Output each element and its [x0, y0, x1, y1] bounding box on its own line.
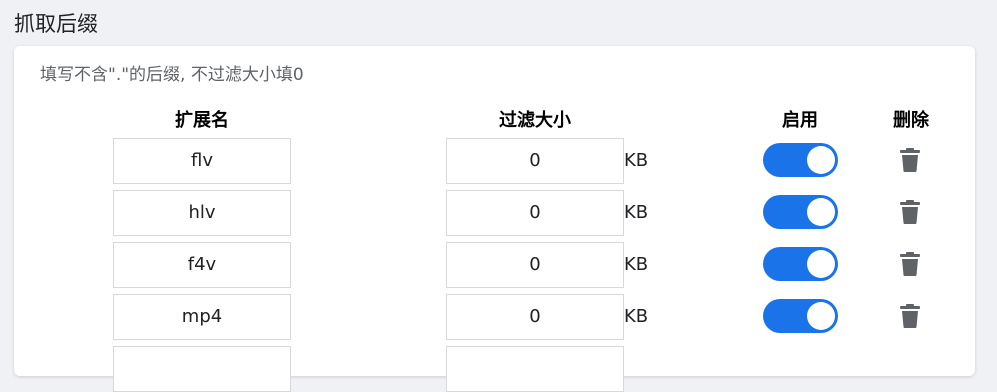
- extension-input[interactable]: [113, 138, 291, 184]
- header-enable: 启用: [782, 110, 818, 131]
- delete-button[interactable]: [896, 301, 924, 331]
- trash-icon: [900, 148, 920, 172]
- enable-toggle[interactable]: [763, 247, 838, 281]
- suffix-row: [14, 346, 975, 392]
- toggle-knob: [807, 146, 835, 174]
- suffix-row: KB: [14, 294, 975, 340]
- suffix-row: KB: [14, 190, 975, 236]
- toggle-knob: [807, 302, 835, 330]
- size-unit-label: KB: [624, 150, 649, 171]
- extension-input[interactable]: [113, 242, 291, 288]
- delete-button[interactable]: [896, 197, 924, 227]
- trash-icon: [900, 252, 920, 276]
- header-extension: 扩展名: [175, 110, 229, 131]
- header-delete: 删除: [893, 110, 929, 131]
- delete-button[interactable]: [896, 145, 924, 175]
- toggle-knob: [807, 250, 835, 278]
- hint-text: 填写不含"."的后缀, 不过滤大小填0: [40, 65, 304, 85]
- enable-toggle[interactable]: [763, 143, 838, 177]
- suffix-settings-card: 填写不含"."的后缀, 不过滤大小填0 扩展名 过滤大小 启用 删除 KB KB…: [14, 46, 975, 392]
- size-unit-label: KB: [624, 306, 649, 327]
- header-filter-size: 过滤大小: [499, 110, 571, 131]
- suffix-row: KB: [14, 138, 975, 184]
- toggle-knob: [807, 198, 835, 226]
- filter-size-input[interactable]: [446, 242, 624, 288]
- filter-size-input[interactable]: [446, 190, 624, 236]
- section-title: 抓取后缀: [14, 12, 98, 36]
- filter-size-input[interactable]: [446, 138, 624, 184]
- filter-size-input[interactable]: [446, 294, 624, 340]
- filter-size-input[interactable]: [446, 346, 624, 392]
- delete-button[interactable]: [896, 249, 924, 279]
- enable-toggle[interactable]: [763, 299, 838, 333]
- extension-input[interactable]: [113, 346, 291, 392]
- trash-icon: [900, 304, 920, 328]
- size-unit-label: KB: [624, 254, 649, 275]
- suffix-row: KB: [14, 242, 975, 288]
- size-unit-label: KB: [624, 202, 649, 223]
- enable-toggle[interactable]: [763, 195, 838, 229]
- extension-input[interactable]: [113, 190, 291, 236]
- trash-icon: [900, 200, 920, 224]
- extension-input[interactable]: [113, 294, 291, 340]
